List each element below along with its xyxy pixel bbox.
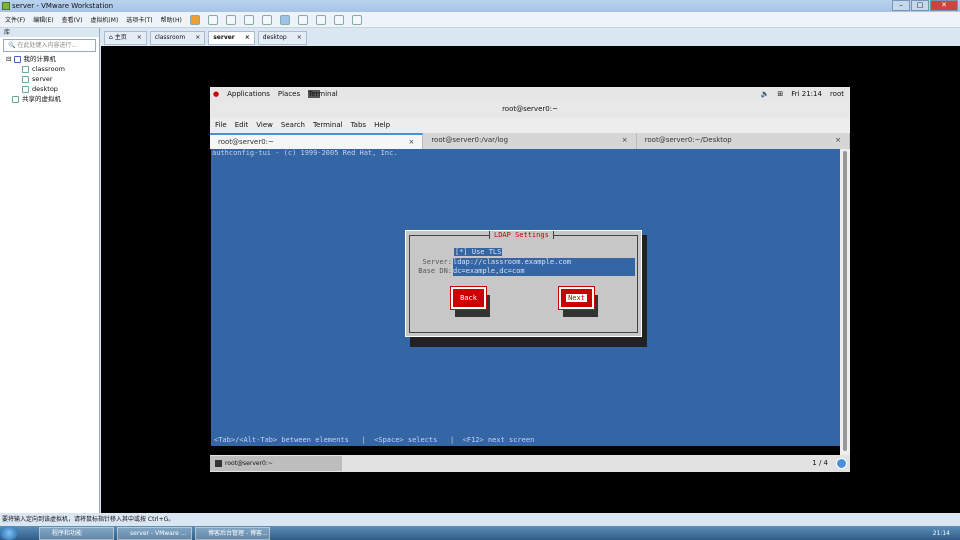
menu-file[interactable]: File bbox=[215, 118, 227, 133]
terminal-tab[interactable]: root@server0:/var/log × bbox=[423, 133, 637, 149]
close-icon: × bbox=[195, 34, 201, 41]
menu-bar: 文件(F) 编辑(E) 查看(V) 虚拟机(M) 选项卡(T) 帮助(H) bbox=[0, 12, 960, 28]
snapshot-manager-icon[interactable] bbox=[261, 14, 272, 25]
places-menu[interactable]: Places bbox=[278, 90, 300, 98]
terminal-menu: File Edit View Search Terminal Tabs Help bbox=[210, 118, 850, 133]
terminal-title: root@server0:~ bbox=[210, 101, 850, 118]
menu-vm[interactable]: 虚拟机(M) bbox=[90, 15, 118, 24]
gnome-bottom-bar: root@server0:~ 1 / 4 bbox=[210, 455, 850, 472]
close-button[interactable]: ✕ bbox=[930, 0, 958, 11]
tab-classroom[interactable]: classroom × bbox=[149, 31, 206, 45]
taskbar-item[interactable]: 程序和功能 bbox=[39, 526, 114, 540]
snapshot-icon[interactable] bbox=[225, 14, 236, 25]
menu-terminal[interactable]: Terminal bbox=[313, 118, 343, 133]
menu-view[interactable]: 查看(V) bbox=[62, 15, 83, 24]
applications-menu[interactable]: Applications bbox=[227, 90, 270, 98]
close-icon: × bbox=[136, 34, 142, 41]
taskbar-item[interactable]: server - VMware ... bbox=[117, 526, 192, 540]
pause-icon[interactable] bbox=[189, 14, 200, 25]
library-header: 库 bbox=[0, 28, 99, 37]
back-button[interactable]: Back bbox=[450, 286, 487, 310]
base-dn-label: Base DN: bbox=[418, 267, 452, 275]
gnome-top-bar: ● Applications Places Terminal 🔈 ⊞ Fri 2… bbox=[210, 87, 850, 101]
tree-vm-server[interactable]: server bbox=[6, 74, 99, 84]
vmware-icon bbox=[2, 2, 10, 10]
menu-tabs[interactable]: Tabs bbox=[351, 118, 367, 133]
server-label: Server: bbox=[422, 258, 452, 266]
vm-tabs: ⌂ 主页 × classroom × server × desktop × bbox=[101, 28, 960, 46]
next-button[interactable]: Next bbox=[558, 286, 595, 310]
window-title: server - VMware Workstation bbox=[12, 2, 114, 10]
menu-tabs[interactable]: 选项卡(T) bbox=[126, 15, 152, 24]
close-icon: × bbox=[408, 138, 415, 146]
menu-edit[interactable]: Edit bbox=[235, 118, 249, 133]
tui-header: authconfig-tui - (c) 1999-2005 Red Hat, … bbox=[212, 149, 398, 157]
library-view-icon[interactable] bbox=[279, 14, 290, 25]
tab-home[interactable]: ⌂ 主页 × bbox=[104, 31, 147, 45]
terminal-icon bbox=[215, 460, 222, 467]
maximize-button[interactable]: □ bbox=[911, 0, 929, 11]
tree-my-computer[interactable]: ⊟ 我的计算机 bbox=[6, 54, 99, 64]
clock[interactable]: Fri 21:14 bbox=[791, 90, 822, 98]
terminal-tab[interactable]: root@server0:~/Desktop × bbox=[637, 133, 850, 149]
tree-vm-classroom[interactable]: classroom bbox=[6, 64, 99, 74]
menu-view[interactable]: View bbox=[256, 118, 273, 133]
user-menu[interactable]: root bbox=[830, 90, 844, 98]
status-bar: 要将输入定向到该虚拟机，请将鼠标指针移入其中或按 Ctrl+G。 bbox=[0, 513, 960, 526]
ldap-settings-dialog: LDAP Settings [*] Use TLS Server: ldap:/… bbox=[405, 230, 642, 337]
server-input[interactable]: ldap://classroom.example.com bbox=[453, 258, 635, 267]
menu-file[interactable]: 文件(F) bbox=[5, 15, 25, 24]
terminal-tab[interactable]: root@server0:~ × bbox=[210, 133, 424, 149]
system-clock[interactable]: 21:14 bbox=[933, 530, 950, 537]
network-icon[interactable]: ⊞ bbox=[777, 90, 783, 98]
menu-help[interactable]: 帮助(H) bbox=[161, 15, 182, 24]
close-icon: × bbox=[835, 136, 841, 144]
thumbnail-icon[interactable] bbox=[351, 14, 362, 25]
library-search-input[interactable]: 🔍 在此处键入内容进行... bbox=[3, 39, 96, 52]
active-app[interactable]: Terminal bbox=[308, 90, 338, 98]
tree-shared-vms[interactable]: 共享的虚拟机 bbox=[6, 94, 99, 104]
send-keys-icon[interactable] bbox=[207, 14, 218, 25]
volume-icon[interactable]: 🔈 bbox=[761, 90, 770, 98]
notification-icon[interactable] bbox=[836, 458, 847, 469]
close-icon: × bbox=[296, 34, 302, 41]
console-view-icon[interactable] bbox=[297, 14, 308, 25]
tab-server[interactable]: server × bbox=[208, 31, 255, 45]
unity-icon[interactable] bbox=[333, 14, 344, 25]
menu-help[interactable]: Help bbox=[374, 118, 390, 133]
menu-search[interactable]: Search bbox=[281, 118, 305, 133]
minimize-button[interactable]: – bbox=[892, 0, 910, 11]
tree-vm-desktop[interactable]: desktop bbox=[6, 84, 99, 94]
terminal-scrollbar[interactable] bbox=[840, 149, 850, 455]
fullscreen-icon[interactable] bbox=[315, 14, 326, 25]
title-bar: server - VMware Workstation – □ ✕ bbox=[0, 0, 960, 12]
tab-desktop[interactable]: desktop × bbox=[257, 31, 307, 45]
taskbar-item[interactable]: 博客后台管理 - 博客... bbox=[195, 526, 270, 540]
revert-snapshot-icon[interactable] bbox=[243, 14, 254, 25]
start-button[interactable] bbox=[0, 526, 18, 540]
base-dn-input[interactable]: dc=example,dc=com bbox=[453, 267, 635, 276]
tui-footer: <Tab>/<Alt-Tab> between elements | <Spac… bbox=[214, 436, 535, 444]
use-tls-checkbox[interactable]: [*] Use TLS bbox=[454, 248, 503, 256]
windows-taskbar: 程序和功能 server - VMware ... 博客后台管理 - 博客...… bbox=[0, 526, 960, 540]
dialog-title: LDAP Settings bbox=[489, 231, 554, 239]
workspace-indicator[interactable]: 1 / 4 bbox=[812, 455, 828, 472]
menu-edit[interactable]: 编辑(E) bbox=[33, 15, 53, 24]
close-icon: × bbox=[244, 34, 250, 41]
redhat-icon: ● bbox=[213, 90, 220, 98]
close-icon: × bbox=[621, 136, 628, 144]
library-panel: 库 🔍 在此处键入内容进行... ⊟ 我的计算机 classroom serve… bbox=[0, 28, 100, 513]
taskbar-terminal[interactable]: root@server0:~ bbox=[210, 456, 342, 471]
terminal-tabs: root@server0:~ × root@server0:/var/log × r… bbox=[210, 133, 850, 149]
